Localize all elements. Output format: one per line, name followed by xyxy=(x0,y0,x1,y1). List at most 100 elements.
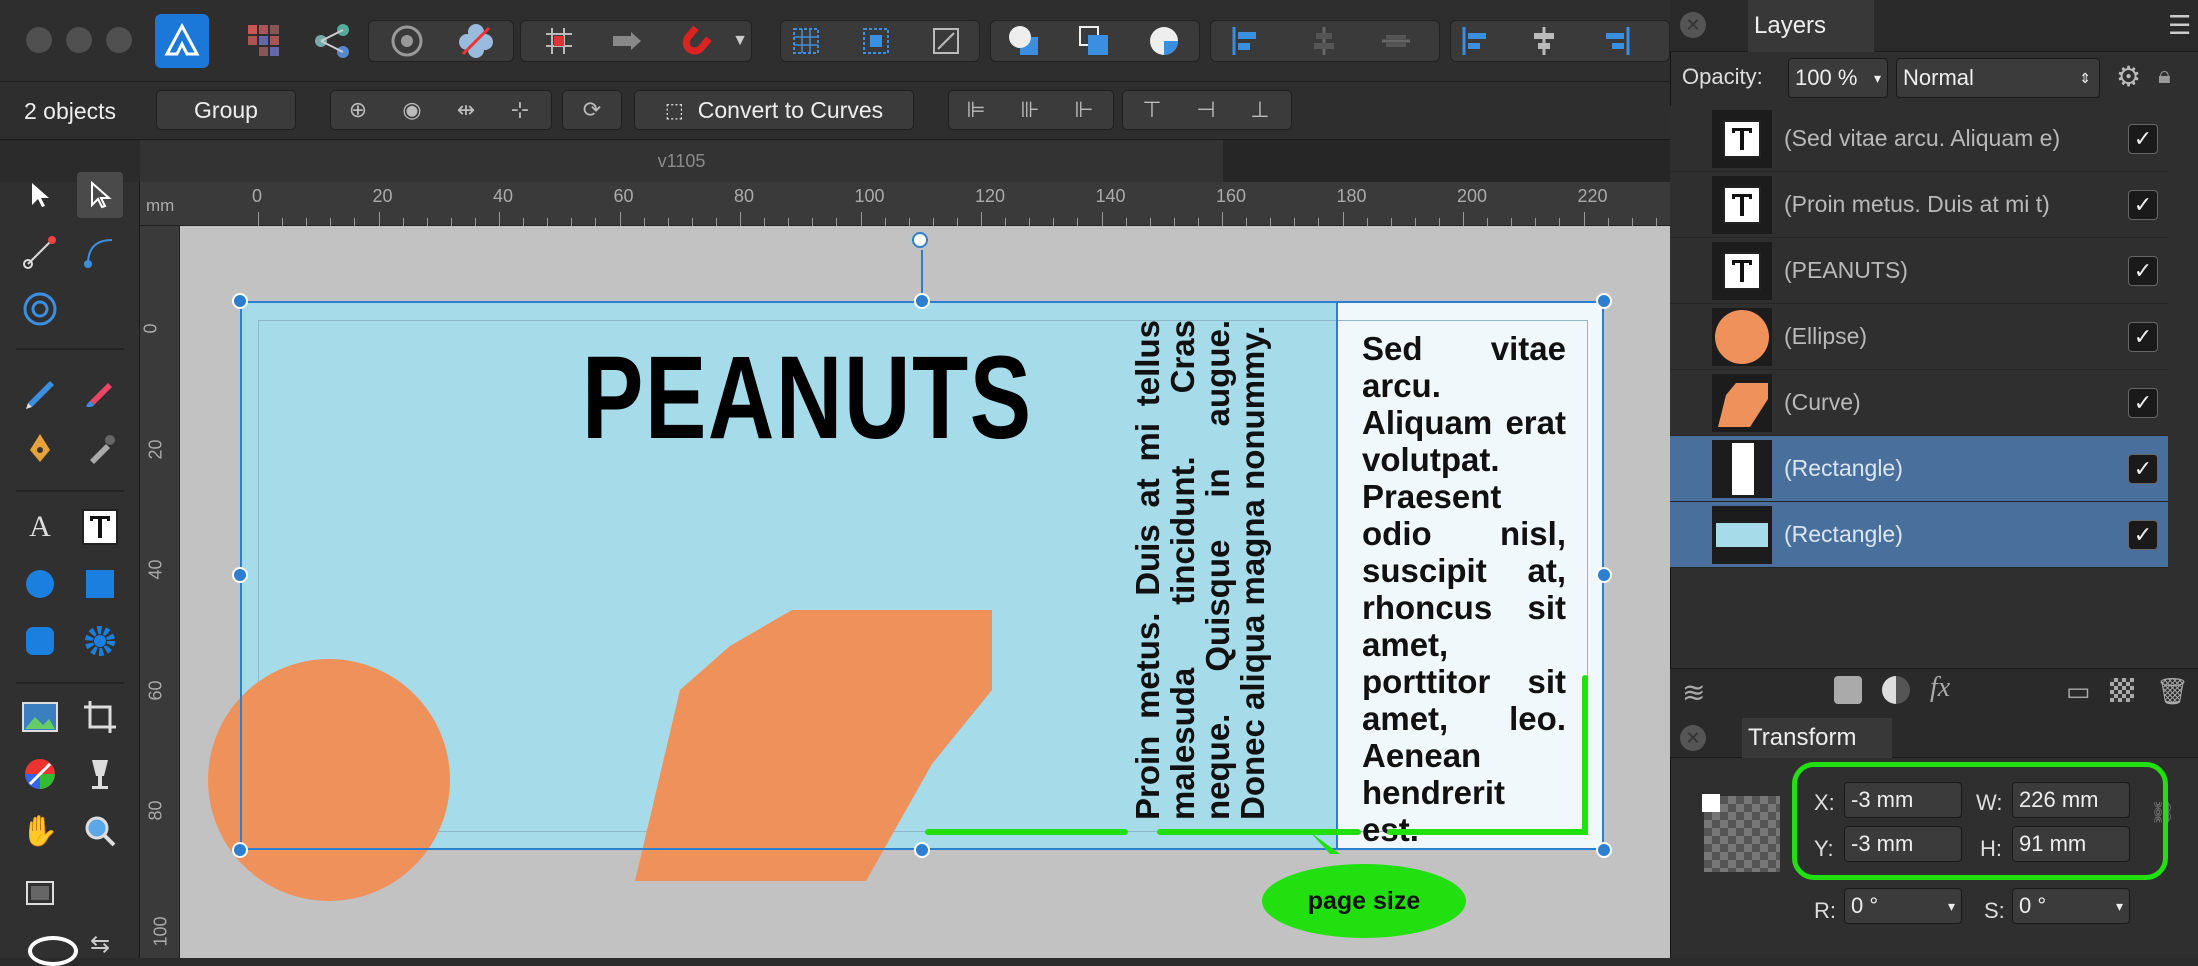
ctx-align-middle-icon[interactable]: ⊣ xyxy=(1186,94,1226,126)
opacity-field[interactable]: 100 % ▾ xyxy=(1788,58,1888,98)
snap-transform-icon[interactable] xyxy=(922,20,970,62)
document-tab[interactable]: v1105 xyxy=(140,140,1223,182)
slice-tool-icon[interactable] xyxy=(17,870,63,916)
layer-visibility-checkbox[interactable]: ✓ xyxy=(2128,387,2158,418)
transform-origin-icon[interactable]: ⊕ xyxy=(338,94,378,126)
magnet-icon[interactable] xyxy=(672,20,720,62)
convert-to-curves-button[interactable]: ⬚ Convert to Curves xyxy=(634,90,914,130)
dropdown-icon[interactable]: ▼ xyxy=(728,20,752,62)
adjustment-layer-icon[interactable] xyxy=(1882,676,1910,704)
flip-vertical-icon[interactable]: ⊹ xyxy=(500,94,540,126)
layer-row[interactable]: (Proin metus. Duis at mi t) ✓ xyxy=(1670,172,2168,238)
brush-tool-icon[interactable] xyxy=(77,368,123,414)
handle-top-left[interactable] xyxy=(232,293,248,309)
layers-close-icon[interactable]: ✕ xyxy=(1680,12,1706,38)
layer-visibility-checkbox[interactable]: ✓ xyxy=(2128,321,2158,352)
rotate-icon[interactable]: ⟳ xyxy=(572,94,612,126)
transparency-tool-icon[interactable] xyxy=(77,751,123,797)
ctx-align-bottom-icon[interactable]: ⊥ xyxy=(1240,94,1280,126)
layer-visibility-checkbox[interactable]: ✓ xyxy=(2128,453,2158,484)
rasterize-icon[interactable] xyxy=(2110,678,2134,702)
handle-middle-right[interactable] xyxy=(1596,567,1612,583)
persona-pixel-icon[interactable] xyxy=(240,20,288,62)
window-close-button[interactable] xyxy=(26,27,52,53)
flower-icon[interactable] xyxy=(452,20,500,62)
arrow-icon[interactable] xyxy=(602,20,650,62)
delete-layer-icon[interactable]: 🗑︎ xyxy=(2156,676,2189,707)
layer-row[interactable]: (Rectangle) ✓ xyxy=(1670,502,2168,568)
layers-tab[interactable]: Layers xyxy=(1748,0,1874,52)
boolean-intersect-icon[interactable] xyxy=(1140,20,1188,62)
distribute-center-icon[interactable] xyxy=(1520,20,1568,62)
affinity-logo-icon[interactable] xyxy=(155,14,209,68)
window-minimize-button[interactable] xyxy=(66,27,92,53)
layer-visibility-checkbox[interactable]: ✓ xyxy=(2128,519,2158,550)
lock-icon[interactable]: 🔒︎ xyxy=(2158,62,2171,90)
handle-middle-left[interactable] xyxy=(232,567,248,583)
eye-icon[interactable]: ◉ xyxy=(392,94,432,126)
swap-colors-icon[interactable]: ⇆ xyxy=(90,930,110,959)
s-field[interactable]: 0 ° ▾ xyxy=(2012,888,2130,924)
pencil-tool-icon[interactable] xyxy=(17,368,63,414)
anchor-point-active[interactable] xyxy=(1702,794,1720,812)
transform-tab[interactable]: Transform xyxy=(1742,718,1892,758)
ctx-align-left-icon[interactable]: ⊫ xyxy=(956,94,996,126)
layers-stack-icon[interactable]: ≋ xyxy=(1682,676,1705,709)
ctx-align-top-icon[interactable]: ⊤ xyxy=(1132,94,1172,126)
add-page-icon[interactable]: ▭ xyxy=(2066,676,2091,707)
fx-icon[interactable]: fx xyxy=(1930,672,1950,704)
ellipse-tool-icon[interactable] xyxy=(17,561,63,607)
cog-shape-tool-icon[interactable] xyxy=(77,618,123,664)
place-image-tool-icon[interactable] xyxy=(17,694,63,740)
grid-icon[interactable] xyxy=(535,20,583,62)
share-icon[interactable] xyxy=(308,20,356,62)
corner-tool-icon[interactable] xyxy=(77,229,123,275)
color-swatch-icon[interactable] xyxy=(28,936,78,966)
view-tool-icon[interactable]: ✋ xyxy=(17,808,63,854)
handle-top-center[interactable] xyxy=(914,293,930,309)
horizontal-ruler[interactable] xyxy=(140,182,1670,226)
node-tool-icon[interactable] xyxy=(77,172,123,218)
window-zoom-button[interactable] xyxy=(106,27,132,53)
r-field[interactable]: 0 ° ▾ xyxy=(1844,888,1962,924)
layer-settings-gear-icon[interactable]: ⚙ xyxy=(2116,60,2141,93)
rectangle-tool-icon[interactable] xyxy=(77,561,123,607)
flip-horizontal-icon[interactable]: ⇹ xyxy=(446,94,486,126)
assistant-icon[interactable] xyxy=(383,20,431,62)
group-button[interactable]: Group xyxy=(156,90,296,130)
distribute-left-icon[interactable] xyxy=(1452,20,1500,62)
frame-text-tool-icon[interactable] xyxy=(77,504,123,550)
snap-grid-icon[interactable] xyxy=(782,20,830,62)
boolean-add-icon[interactable] xyxy=(1000,20,1048,62)
snap-frame-icon[interactable] xyxy=(852,20,900,62)
handle-top-right[interactable] xyxy=(1596,293,1612,309)
pen-tool-icon[interactable] xyxy=(17,425,63,471)
boolean-subtract-icon[interactable] xyxy=(1070,20,1118,62)
rotation-handle[interactable] xyxy=(912,232,928,248)
handle-bottom-left[interactable] xyxy=(232,842,248,858)
crop-tool-icon[interactable] xyxy=(77,694,123,740)
layer-row[interactable]: (Curve) ✓ xyxy=(1670,370,2168,436)
align-middle-icon[interactable] xyxy=(1372,20,1420,62)
layer-row[interactable]: (Rectangle) ✓ xyxy=(1670,436,2168,502)
layer-row[interactable]: (Sed vitae arcu. Aliquam e) ✓ xyxy=(1670,106,2168,172)
rounded-rectangle-tool-icon[interactable] xyxy=(17,618,63,664)
align-left-icon[interactable] xyxy=(1222,20,1270,62)
artistic-text-tool-icon[interactable]: A xyxy=(17,504,63,550)
distribute-right-icon[interactable] xyxy=(1592,20,1640,62)
layer-visibility-checkbox[interactable]: ✓ xyxy=(2128,123,2158,154)
zoom-tool-icon[interactable] xyxy=(77,808,123,854)
layer-row[interactable]: (Ellipse) ✓ xyxy=(1670,304,2168,370)
layer-row[interactable]: (PEANUTS) ✓ xyxy=(1670,238,2168,304)
layer-visibility-checkbox[interactable]: ✓ xyxy=(2128,255,2158,286)
ctx-align-center-icon[interactable]: ⊪ xyxy=(1010,94,1050,126)
panel-menu-icon[interactable]: ☰ xyxy=(2168,10,2191,41)
layer-visibility-checkbox[interactable]: ✓ xyxy=(2128,189,2158,220)
color-picker-tool-icon[interactable] xyxy=(77,425,123,471)
mask-layer-icon[interactable] xyxy=(1834,676,1862,704)
measure-tool-icon[interactable] xyxy=(17,286,63,332)
fill-tool-icon[interactable] xyxy=(17,751,63,797)
point-transform-tool-icon[interactable] xyxy=(17,229,63,275)
transform-close-icon[interactable]: ✕ xyxy=(1680,725,1706,751)
align-center-icon[interactable] xyxy=(1300,20,1348,62)
